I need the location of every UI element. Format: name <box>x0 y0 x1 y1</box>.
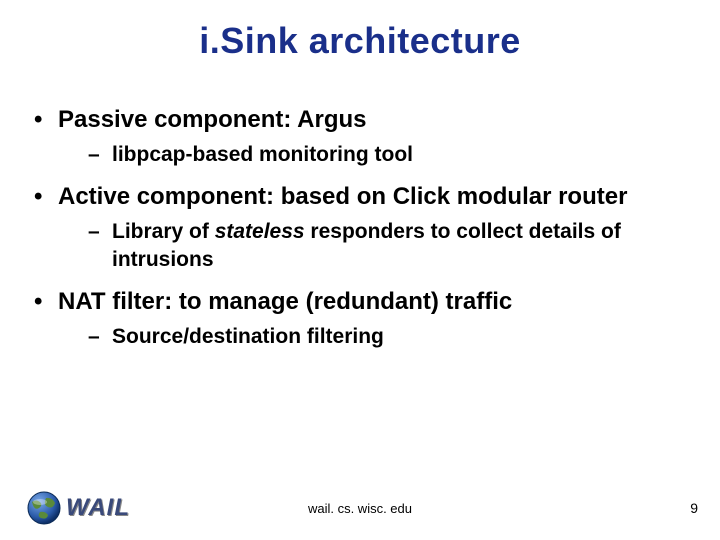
sub-list: Library of stateless responders to colle… <box>58 218 690 273</box>
sub-item: libpcap-based monitoring tool <box>58 141 690 168</box>
bullet-text: Active component: based on Click modular… <box>58 183 627 210</box>
sub-item: Library of stateless responders to colle… <box>58 218 690 273</box>
slide-title: i.Sink architecture <box>0 20 720 62</box>
sub-text-prefix: Library of <box>112 220 215 243</box>
bullet-text: Passive component: Argus <box>58 106 367 133</box>
sub-text-em: stateless <box>215 220 305 243</box>
sub-list: Source/destination filtering <box>58 323 690 350</box>
bullet-item: Passive component: Argus libpcap-based m… <box>30 105 690 168</box>
bullet-text: NAT filter: to manage (redundant) traffi… <box>58 288 512 315</box>
bullet-item: NAT filter: to manage (redundant) traffi… <box>30 287 690 350</box>
sub-list: libpcap-based monitoring tool <box>58 141 690 168</box>
sub-text: Source/destination filtering <box>112 325 384 348</box>
page-number: 9 <box>690 500 698 516</box>
slide-body: Passive component: Argus libpcap-based m… <box>30 105 690 364</box>
sub-text: libpcap-based monitoring tool <box>112 143 413 166</box>
footer-domain: wail. cs. wisc. edu <box>0 501 720 516</box>
bullet-item: Active component: based on Click modular… <box>30 182 690 273</box>
bullet-list: Passive component: Argus libpcap-based m… <box>30 105 690 350</box>
sub-item: Source/destination filtering <box>58 323 690 350</box>
slide: i.Sink architecture Passive component: A… <box>0 0 720 540</box>
